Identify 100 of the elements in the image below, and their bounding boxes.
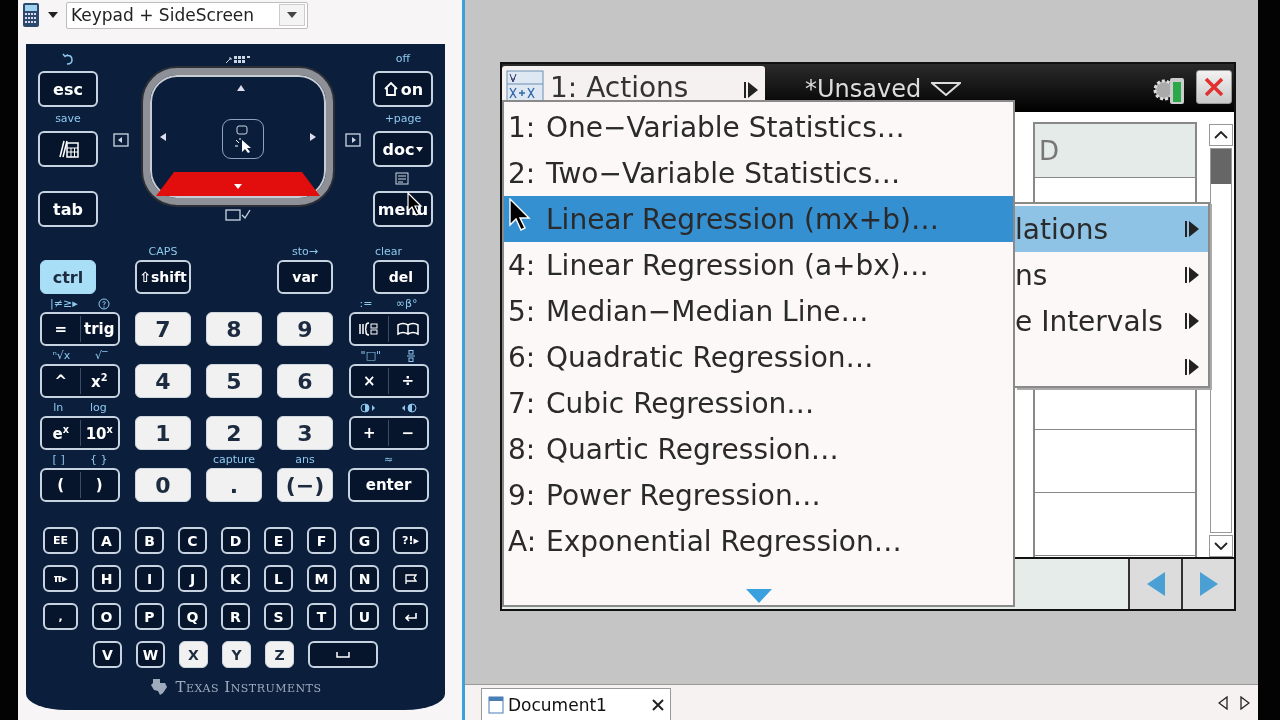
scroll-thumb[interactable] <box>1210 149 1231 184</box>
click-button[interactable] <box>222 119 264 159</box>
menu-item[interactable]: 6: Quadratic Regression… <box>504 334 1013 380</box>
calculator-key[interactable] <box>38 131 98 167</box>
letter-key[interactable]: R <box>221 603 250 630</box>
letter-key[interactable]: F <box>307 527 336 554</box>
calculator-key[interactable] <box>393 603 428 630</box>
letter-key[interactable]: I <box>135 565 164 592</box>
left-triangle-icon[interactable] <box>1218 696 1228 710</box>
next-button[interactable] <box>1181 559 1234 609</box>
calculator-key[interactable]: − <box>389 418 427 448</box>
calculator-key[interactable]: e$^{x}$ <box>42 418 80 448</box>
enter-key[interactable]: enter <box>348 468 429 502</box>
calculator-key[interactable]: ( <box>42 470 80 500</box>
number-key[interactable]: 3 <box>277 416 333 450</box>
calculator-key[interactable]: ctrl <box>40 260 96 294</box>
caret-icon[interactable] <box>931 82 962 96</box>
calculator-key[interactable]: = <box>42 314 80 344</box>
letter-key[interactable]: J <box>178 565 207 592</box>
letter-key[interactable]: W <box>136 641 165 668</box>
letter-key[interactable]: O <box>92 603 121 630</box>
number-key[interactable]: 1 <box>135 416 191 450</box>
calculator-key[interactable]: ÷ <box>389 366 427 396</box>
menu-item[interactable]: 9: Power Regression… <box>504 472 1013 518</box>
caret-icon[interactable] <box>48 12 58 18</box>
menu-item[interactable]: A: Exponential Regression… <box>504 518 1013 564</box>
letter-key[interactable]: H <box>92 565 121 592</box>
number-key[interactable]: 0 <box>135 468 191 502</box>
letter-key[interactable]: D <box>221 527 250 554</box>
calculator-key[interactable]: , <box>43 603 78 630</box>
number-key[interactable]: 8 <box>206 312 262 346</box>
scroll-down-button[interactable] <box>1208 535 1233 557</box>
number-key[interactable]: 6 <box>277 364 333 398</box>
letter-key[interactable]: C <box>178 527 207 554</box>
calculator-key[interactable]: x$^{2}$ <box>80 366 118 396</box>
calculator-icon[interactable] <box>22 2 40 28</box>
letter-key[interactable]: L <box>264 565 293 592</box>
number-key[interactable]: 4 <box>135 364 191 398</box>
letter-key[interactable]: B <box>135 527 164 554</box>
view-select[interactable]: Keypad + SideScreen <box>66 1 308 29</box>
scroll-up-button[interactable] <box>1208 124 1233 146</box>
number-key[interactable]: 7 <box>135 312 191 346</box>
close-button[interactable] <box>1196 70 1232 104</box>
calculator-key[interactable]: del <box>373 260 429 294</box>
book-icon <box>395 321 420 337</box>
column-header[interactable]: D <box>1035 122 1195 178</box>
calculator-key[interactable] <box>393 565 428 592</box>
number-key[interactable]: . <box>206 468 262 502</box>
letter-key[interactable]: K <box>221 565 250 592</box>
letter-key[interactable]: Z <box>265 641 294 668</box>
calculator-key[interactable]: 10$^{x}$ <box>80 418 118 448</box>
calculator-key[interactable]: ^ <box>42 366 80 396</box>
letter-key[interactable]: S <box>264 603 293 630</box>
letter-key[interactable]: T <box>307 603 336 630</box>
touchpad[interactable] <box>143 68 333 205</box>
calculator-key[interactable]: π▸ <box>43 565 78 592</box>
brand-name: Texas Instruments <box>175 678 322 696</box>
number-key[interactable]: 5 <box>206 364 262 398</box>
menu-item[interactable]: ns <box>1015 252 1208 298</box>
letter-key[interactable]: A <box>92 527 121 554</box>
menu-item[interactable]: 7: Cubic Regression… <box>504 380 1013 426</box>
letter-key[interactable]: U <box>350 603 379 630</box>
letter-key[interactable]: E <box>264 527 293 554</box>
menu-item[interactable]: 8: Quartic Regression… <box>504 426 1013 472</box>
menu-item[interactable]: 4: Linear Regression (a+bx)… <box>504 242 1013 288</box>
letter-key[interactable]: Y <box>222 641 251 668</box>
submenu-arrow-icon <box>1184 357 1200 377</box>
close-icon[interactable] <box>652 698 664 711</box>
calculator-key[interactable]: ?!▸ <box>393 527 428 554</box>
calculator-key[interactable]: EE <box>43 527 78 554</box>
space-key[interactable] <box>308 641 378 668</box>
letter-key[interactable]: V <box>93 641 122 668</box>
document-tab[interactable]: Document1 <box>481 688 671 720</box>
letter-key[interactable]: X <box>179 641 208 668</box>
calculator-key[interactable]: ⇧shift <box>135 260 191 294</box>
calculator-key[interactable]: esc <box>38 71 98 107</box>
number-key[interactable]: (−) <box>277 468 333 502</box>
letter-key[interactable]: Q <box>178 603 207 630</box>
letter-key[interactable]: M <box>307 565 336 592</box>
number-key[interactable]: 9 <box>277 312 333 346</box>
calculator-key[interactable]: tab <box>38 191 98 227</box>
calculator-key[interactable]: on <box>373 71 433 107</box>
calculator-key[interactable]: × <box>350 366 388 396</box>
menu-item[interactable]: lations <box>1015 206 1208 252</box>
calculator-key[interactable]: var <box>277 260 333 294</box>
number-key[interactable]: 2 <box>206 416 262 450</box>
calculator-key[interactable]: + <box>350 418 388 448</box>
menu-item[interactable]: 5: Median−Median Line… <box>504 288 1013 334</box>
letter-key[interactable]: P <box>135 603 164 630</box>
calculator-key[interactable]: ) <box>80 470 118 500</box>
calculator-key[interactable]: doc <box>373 131 433 167</box>
contrast-icon <box>360 403 377 413</box>
right-triangle-icon[interactable] <box>1240 696 1250 710</box>
calculator-key[interactable]: trig <box>80 314 118 344</box>
letter-key[interactable]: N <box>350 565 379 592</box>
letter-key[interactable]: G <box>350 527 379 554</box>
menu-item[interactable]: e Intervals <box>1015 298 1208 344</box>
previous-button[interactable] <box>1128 559 1181 609</box>
menu-item[interactable]: Linear Regression (mx+b)… <box>504 196 1013 242</box>
menu-item[interactable]: 2: Two−Variable Statistics… <box>504 150 1013 196</box>
